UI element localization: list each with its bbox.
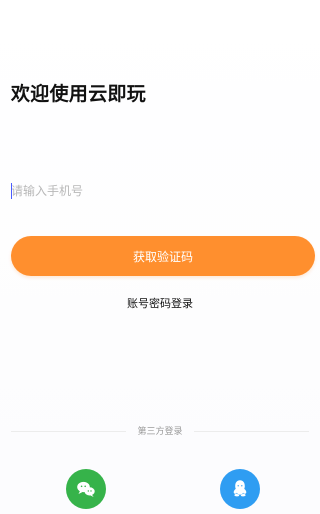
qq-login-button[interactable] [220, 469, 260, 509]
password-login-link[interactable]: 账号密码登录 [0, 295, 320, 311]
third-party-login-label: 第三方登录 [126, 425, 194, 439]
login-page: 欢迎使用云即玩 获取验证码 账号密码登录 第三方登录 [0, 0, 320, 514]
wechat-icon [77, 481, 95, 497]
text-caret [11, 183, 12, 199]
page-title: 欢迎使用云即玩 [11, 83, 147, 105]
get-code-button[interactable]: 获取验证码 [11, 236, 315, 276]
qq-icon [233, 480, 247, 497]
wechat-login-button[interactable] [66, 469, 106, 509]
phone-input-wrapper [11, 172, 309, 212]
phone-input[interactable] [11, 172, 309, 210]
